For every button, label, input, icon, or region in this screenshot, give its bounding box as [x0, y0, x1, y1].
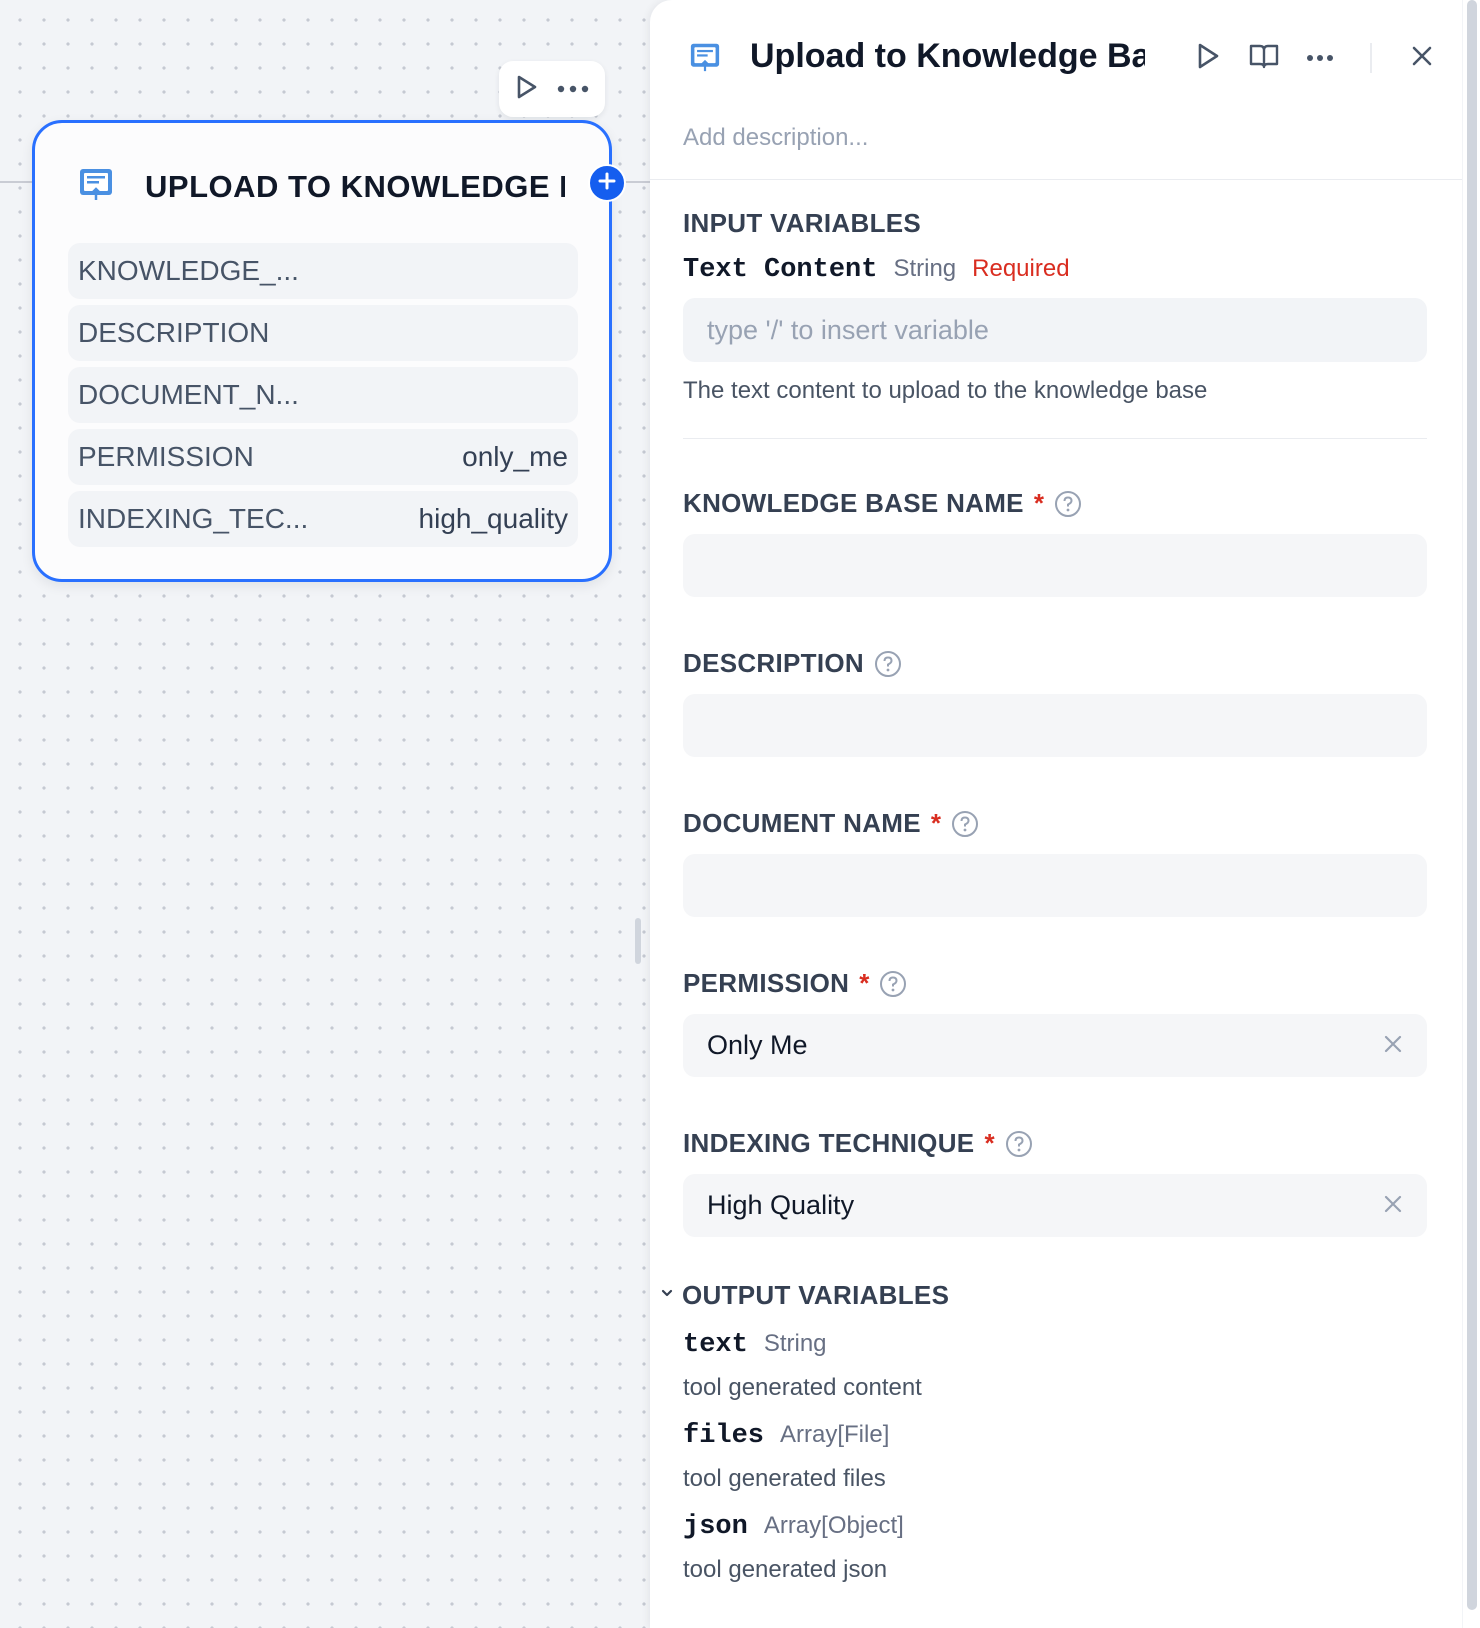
scrollbar-thumb[interactable] [1467, 0, 1477, 1610]
help-icon[interactable] [1005, 1130, 1033, 1158]
node-param-label: DOCUMENT_N... [78, 379, 299, 410]
output-variable-description: tool generated files [683, 1465, 886, 1492]
output-variable-type: String [763, 1330, 827, 1357]
node-param-row: PERMISSION only_me [68, 429, 578, 485]
play-icon[interactable] [515, 74, 539, 105]
node-param-label: DESCRIPTION [78, 317, 270, 348]
node-param-label: PERMISSION [78, 441, 254, 472]
output-variable: json Array[Object] [683, 1512, 904, 1542]
output-variable-description: tool generated json [683, 1556, 888, 1583]
field-label-permission: PERMISSION * [683, 968, 907, 999]
knowledge-upload-icon [690, 42, 720, 77]
field-label-knowledge-base-name: KNOWLEDGE BASE NAME * [683, 488, 1082, 519]
docs-button[interactable] [1236, 38, 1292, 78]
variable-description: The text content to upload to the knowle… [683, 377, 1208, 404]
indexing-technique-select[interactable]: High Quality [683, 1174, 1427, 1237]
close-button[interactable] [1394, 38, 1450, 78]
node-param-value: high_quality [418, 503, 568, 534]
input-variables-heading: INPUT VARIABLES [683, 208, 922, 238]
node-settings-panel: Upload to Knowledge Base Add description… [650, 0, 1462, 1628]
variable-type: String [893, 255, 957, 282]
field-label-indexing-technique: INDEXING TECHNIQUE * [683, 1128, 1033, 1159]
panel-title[interactable]: Upload to Knowledge Base [750, 37, 1145, 76]
node-title: UPLOAD TO KNOWLEDGE BASE [145, 169, 565, 204]
connection-edge [0, 181, 36, 183]
field-label-description: DESCRIPTION [683, 648, 902, 679]
add-description-input[interactable]: Add description... [683, 124, 868, 152]
output-variable-name: json [683, 1512, 748, 1542]
panel-resize-handle[interactable] [635, 918, 641, 964]
clear-icon[interactable] [1383, 1030, 1403, 1061]
required-label: Required [972, 255, 1070, 282]
help-icon[interactable] [874, 650, 902, 678]
section-divider [683, 438, 1427, 439]
output-variable-name: files [683, 1421, 765, 1451]
output-variable-name: text [683, 1330, 748, 1360]
help-icon[interactable] [951, 810, 979, 838]
output-variables-heading: OUTPUT VARIABLES [682, 1280, 950, 1310]
required-star: * [984, 1128, 995, 1158]
node-param-row: DESCRIPTION [68, 305, 578, 361]
required-star: * [1033, 488, 1044, 518]
add-node-button[interactable] [588, 164, 626, 202]
indexing-technique-selected-value: High Quality [707, 1190, 855, 1220]
knowledge-base-name-input[interactable] [683, 534, 1427, 597]
field-label-text: DOCUMENT NAME [683, 808, 921, 838]
permission-selected-value: Only Me [707, 1030, 808, 1060]
chevron-down-icon [660, 1286, 674, 1305]
node-param-label: KNOWLEDGE_... [78, 255, 299, 286]
description-input[interactable] [683, 694, 1427, 757]
play-icon [1196, 42, 1220, 75]
more-icon[interactable] [557, 80, 589, 98]
more-icon [1306, 49, 1334, 67]
tool-node[interactable]: UPLOAD TO KNOWLEDGE BASE KNOWLEDGE_... D… [32, 120, 612, 582]
input-variable-header: Text Content String Required [683, 255, 1070, 285]
help-icon[interactable] [1054, 490, 1082, 518]
required-star: * [930, 808, 942, 838]
node-toolbar [499, 61, 605, 117]
node-param-row: DOCUMENT_N... [68, 367, 578, 423]
node-param-value: only_me [462, 441, 568, 472]
output-variable-description: tool generated content [683, 1374, 922, 1401]
field-label-document-name: DOCUMENT NAME * [683, 808, 979, 839]
output-variable: files Array[File] [683, 1421, 889, 1451]
more-button[interactable] [1292, 38, 1348, 78]
book-icon [1249, 43, 1279, 74]
permission-select[interactable]: Only Me [683, 1014, 1427, 1077]
node-param-label: INDEXING_TEC... [78, 503, 309, 534]
close-icon [1411, 45, 1433, 72]
output-variable: text String [683, 1330, 827, 1360]
field-label-text: PERMISSION [683, 968, 850, 998]
clear-icon[interactable] [1383, 1190, 1403, 1221]
output-variable-type: Array[File] [780, 1421, 890, 1448]
knowledge-upload-icon [79, 167, 113, 206]
run-button[interactable] [1180, 38, 1236, 78]
node-param-row: INDEXING_TEC... high_quality [68, 491, 578, 547]
plus-icon [597, 171, 617, 196]
node-param-row: KNOWLEDGE_... [68, 243, 578, 299]
field-label-text: INDEXING TECHNIQUE [683, 1128, 975, 1158]
field-label-text: KNOWLEDGE BASE NAME [683, 488, 1024, 518]
variable-name: Text Content [683, 255, 878, 285]
output-variable-type: Array[Object] [763, 1512, 904, 1539]
field-label-text: DESCRIPTION [683, 648, 864, 678]
panel-header: Upload to Knowledge Base Add description… [650, 0, 1462, 180]
help-icon[interactable] [879, 970, 907, 998]
panel-scrollbar[interactable] [1462, 0, 1480, 1628]
required-star: * [859, 968, 870, 998]
document-name-input[interactable] [683, 854, 1427, 917]
header-divider [1370, 43, 1372, 73]
text-content-input[interactable]: type '/' to insert variable [683, 298, 1427, 362]
output-variables-toggle[interactable]: OUTPUT VARIABLES [660, 1280, 949, 1311]
workflow-canvas[interactable]: UPLOAD TO KNOWLEDGE BASE KNOWLEDGE_... D… [0, 0, 653, 1628]
